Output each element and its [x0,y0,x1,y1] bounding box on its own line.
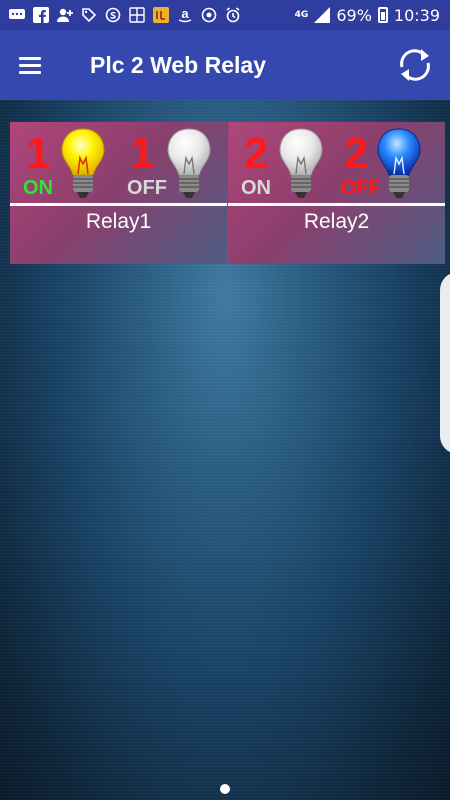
relay-1-on-number: 1 [26,129,51,178]
relay-tile-1[interactable]: 1 ON 1 OFF Relay1 [10,122,227,264]
sync-status-icon [200,6,218,24]
bulb-off-icon [279,128,323,198]
skype-icon [104,6,122,24]
bulb-off-icon [167,128,211,198]
message-icon [8,6,26,24]
relay-2-on-label: ON [241,177,271,199]
battery-percent: 69% [336,5,372,25]
app-bar: Plc 2 Web Relay [0,30,450,100]
hamburger-icon [19,57,41,74]
amazon-icon: a [176,6,194,24]
clock: 10:39 [393,5,440,25]
tile-divider [10,203,227,206]
tag-icon [80,6,98,24]
page-indicator-dot [220,784,230,794]
relay-grid-area: 1 ON 1 OFF Relay1 2 ON 2 OFF Relay2 [0,100,450,800]
relay-1-label: Relay1 [85,210,152,233]
signal-icon [314,7,331,23]
battery-icon [377,7,388,23]
grid-icon [128,6,146,24]
refresh-icon [400,49,430,81]
bulb-blue-icon [377,128,421,198]
bulb-on-icon [61,128,105,198]
notification-icons: a [0,6,242,24]
relay-1-off-label: OFF [127,177,167,199]
add-user-icon [56,6,74,24]
relay-1-on-label: ON [23,177,53,199]
menu-button[interactable] [0,30,60,100]
system-indicators: 4G 69% 10:39 [295,6,450,25]
edge-panel-handle[interactable] [440,272,450,454]
alarm-icon [224,6,242,24]
app-icon [152,6,170,24]
facebook-icon [32,6,50,24]
status-bar: a 4G 69% 10:39 [0,0,450,30]
svg-text:a: a [181,7,189,21]
tile-divider [228,203,445,206]
relay-2-label: Relay2 [303,210,370,233]
relay-1-off-number: 1 [130,129,155,178]
refresh-button[interactable] [394,44,436,86]
network-type-label: 4G [294,9,309,20]
relay-2-off-number: 2 [344,129,369,178]
relay-2-on-number: 2 [244,129,269,178]
relay-tile-2[interactable]: 2 ON 2 OFF Relay2 [228,122,445,264]
page-title: Plc 2 Web Relay [90,51,266,78]
